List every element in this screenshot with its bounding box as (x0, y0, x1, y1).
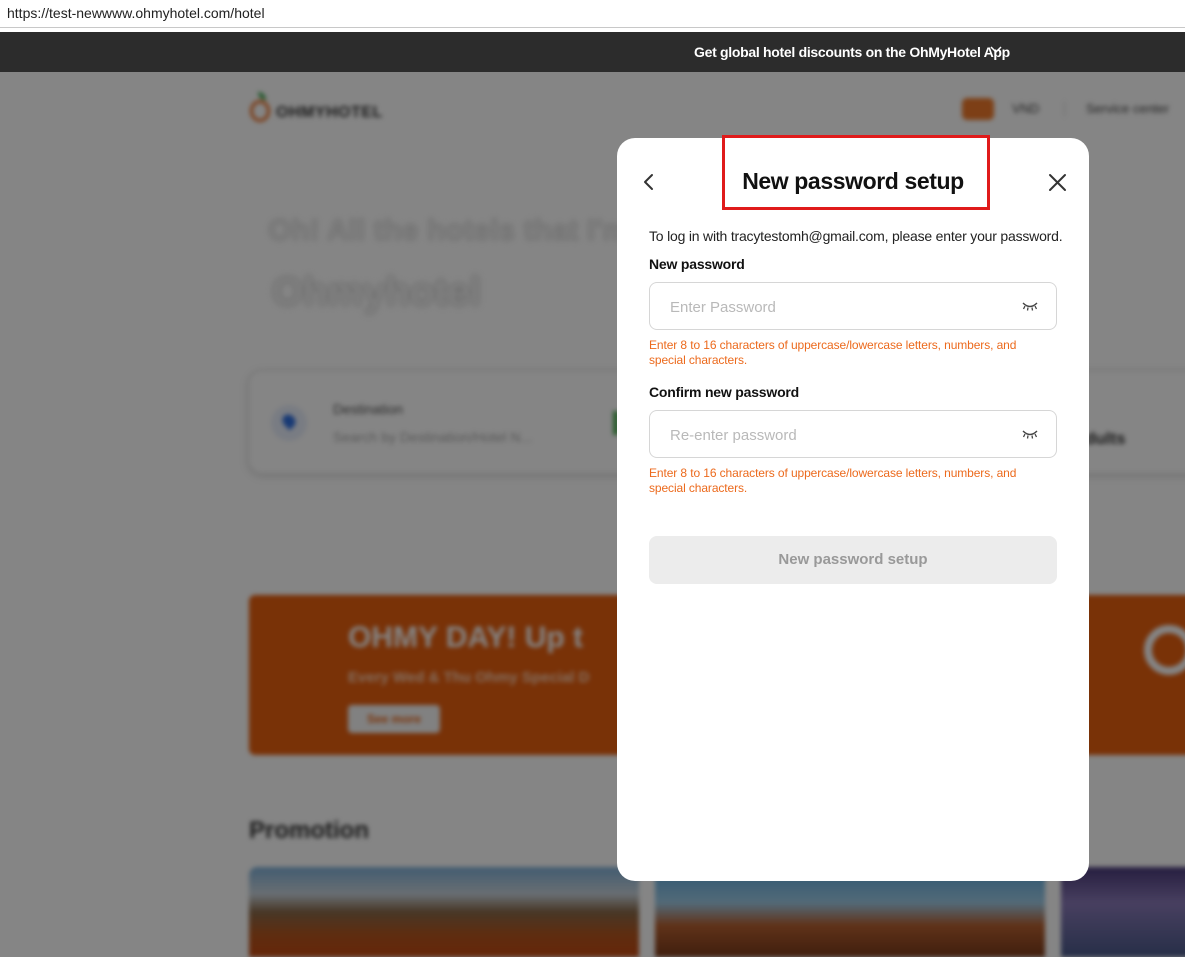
confirm-password-hint: Enter 8 to 16 characters of uppercase/lo… (649, 466, 1017, 495)
new-password-hint: Enter 8 to 16 characters of uppercase/lo… (649, 338, 1017, 367)
new-password-setup-button[interactable]: New password setup (649, 536, 1057, 584)
close-icon[interactable] (1045, 168, 1071, 196)
new-password-field[interactable] (649, 282, 1057, 330)
chevron-down-icon[interactable] (990, 43, 1002, 55)
app-promo-banner[interactable]: Get global hotel discounts on the OhMyHo… (0, 32, 1185, 72)
new-password-input[interactable] (670, 295, 1000, 319)
new-password-label: New password (649, 256, 745, 272)
app-banner-text: Get global hotel discounts on the OhMyHo… (694, 44, 1010, 60)
eye-closed-icon[interactable] (1020, 427, 1040, 441)
highlight-box (722, 135, 990, 210)
url-text: https://test-newwww.ohmyhotel.com/hotel (7, 5, 265, 21)
confirm-password-input[interactable] (670, 423, 1000, 447)
confirm-password-label: Confirm new password (649, 384, 800, 400)
address-bar[interactable]: https://test-newwww.ohmyhotel.com/hotel (0, 0, 1185, 28)
login-instruction: To log in with tracytestomh@gmail.com, p… (649, 228, 1063, 244)
eye-closed-icon[interactable] (1020, 299, 1040, 313)
confirm-password-field[interactable] (649, 410, 1057, 458)
password-setup-modal: New password setup To log in with tracyt… (617, 135, 1089, 881)
